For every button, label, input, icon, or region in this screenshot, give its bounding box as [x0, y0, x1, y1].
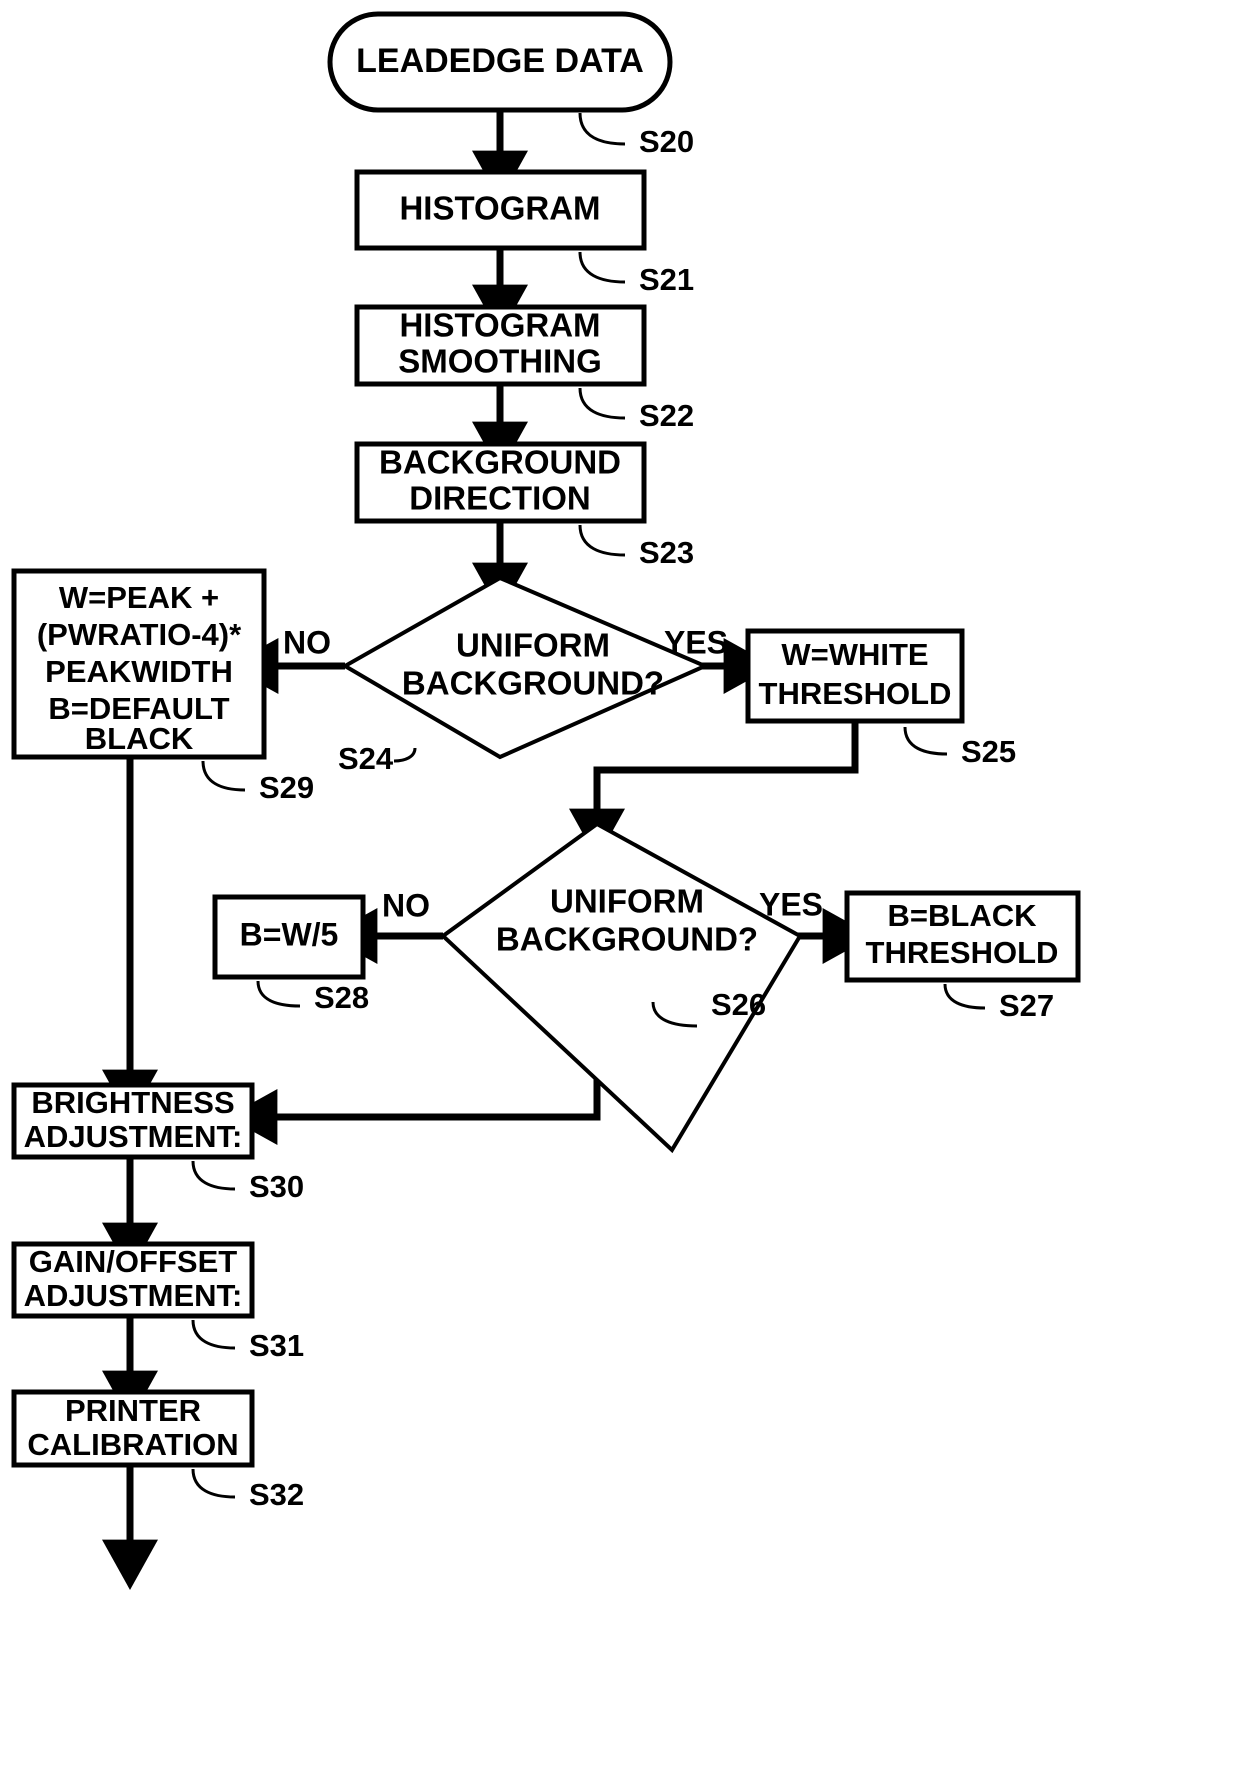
flowchart-diagram: LEADEDGE DATA HISTOGRAM HISTOGRAM SMOOTH… — [11, 11, 1081, 1590]
node-s28-line-0: B=W/5 — [240, 916, 339, 952]
node-s20[interactable]: LEADEDGE DATA — [327, 11, 673, 113]
node-s22[interactable]: HISTOGRAM SMOOTHING — [354, 304, 647, 387]
node-s27[interactable]: B=BLACK THRESHOLD — [844, 890, 1081, 983]
ref-label-s30: S30 — [249, 1169, 304, 1204]
node-s29-line-4: BLACK — [85, 721, 194, 756]
node-s24-line-0: UNIFORM — [456, 627, 610, 664]
ref-label-s20: S20 — [639, 124, 694, 159]
ref-label-s29: S29 — [259, 770, 314, 805]
ref-label-s24: S24 — [338, 741, 394, 776]
node-s23-line-0: BACKGROUND — [379, 444, 621, 481]
node-s22-line-1: SMOOTHING — [398, 343, 602, 380]
node-s29[interactable]: W=PEAK + (PWRATIO-4)* PEAKWIDTH B=DEFAUL… — [11, 568, 267, 760]
ref-label-s21: S21 — [639, 262, 694, 297]
ref-label-s25: S25 — [961, 734, 1016, 769]
ref-label-s26: S26 — [711, 987, 766, 1022]
node-s24[interactable]: UNIFORM BACKGROUND? — [341, 575, 710, 760]
node-s21[interactable]: HISTOGRAM — [354, 169, 647, 251]
branch-label-s26-yes: YES — [759, 886, 823, 922]
branch-label-s24-yes: YES — [664, 624, 728, 660]
node-s22-line-0: HISTOGRAM — [399, 307, 600, 344]
ref-label-s27: S27 — [999, 988, 1054, 1023]
node-s32-line-0: PRINTER — [65, 1393, 201, 1428]
node-s20-line-0: LEADEDGE DATA — [356, 42, 644, 80]
node-s26-line-0: UNIFORM — [550, 883, 704, 920]
node-s26-line-1: BACKGROUND? — [496, 921, 758, 958]
node-s24-line-1: BACKGROUND? — [402, 665, 664, 702]
branch-label-s26-no: NO — [382, 887, 430, 923]
ref-label-s31: S31 — [249, 1328, 304, 1363]
branch-label-s24-no: NO — [283, 624, 331, 660]
node-s32[interactable]: PRINTER CALIBRATION — [11, 1389, 255, 1468]
node-s29-line-2: PEAKWIDTH — [45, 654, 233, 689]
node-s29-line-1: (PWRATIO-4)* — [37, 617, 242, 652]
node-s30-line-0: BRIGHTNESS — [31, 1085, 234, 1120]
node-s23-line-1: DIRECTION — [409, 480, 591, 517]
node-s31[interactable]: GAIN/OFFSET ADJUSTMENT: — [11, 1241, 255, 1319]
node-s27-line-0: B=BLACK — [888, 898, 1038, 933]
node-s30-line-1: ADJUSTMENT: — [24, 1119, 243, 1154]
ref-label-s32: S32 — [249, 1477, 304, 1512]
flowchart-canvas: LEADEDGE DATA HISTOGRAM HISTOGRAM SMOOTH… — [0, 0, 1240, 1768]
node-s21-line-0: HISTOGRAM — [399, 190, 600, 227]
node-s25-line-1: THRESHOLD — [759, 676, 952, 711]
node-s27-line-1: THRESHOLD — [866, 935, 1059, 970]
node-s23[interactable]: BACKGROUND DIRECTION — [354, 441, 647, 524]
node-s30[interactable]: BRIGHTNESS ADJUSTMENT: — [11, 1082, 255, 1160]
node-s31-line-1: ADJUSTMENT: — [24, 1278, 243, 1313]
node-s28[interactable]: B=W/5 — [212, 894, 366, 980]
ref-label-s22: S22 — [639, 398, 694, 433]
node-s25[interactable]: W=WHITE THRESHOLD — [745, 628, 965, 724]
node-s32-line-1: CALIBRATION — [27, 1427, 238, 1462]
node-s31-line-0: GAIN/OFFSET — [29, 1244, 237, 1279]
ref-label-s23: S23 — [639, 535, 694, 570]
edge-s25-s26 — [569, 721, 859, 859]
node-s25-line-0: W=WHITE — [781, 637, 928, 672]
edge-s26-s30 — [227, 1048, 601, 1145]
node-s29-line-0: W=PEAK + — [59, 580, 219, 615]
ref-label-s28: S28 — [314, 980, 369, 1015]
